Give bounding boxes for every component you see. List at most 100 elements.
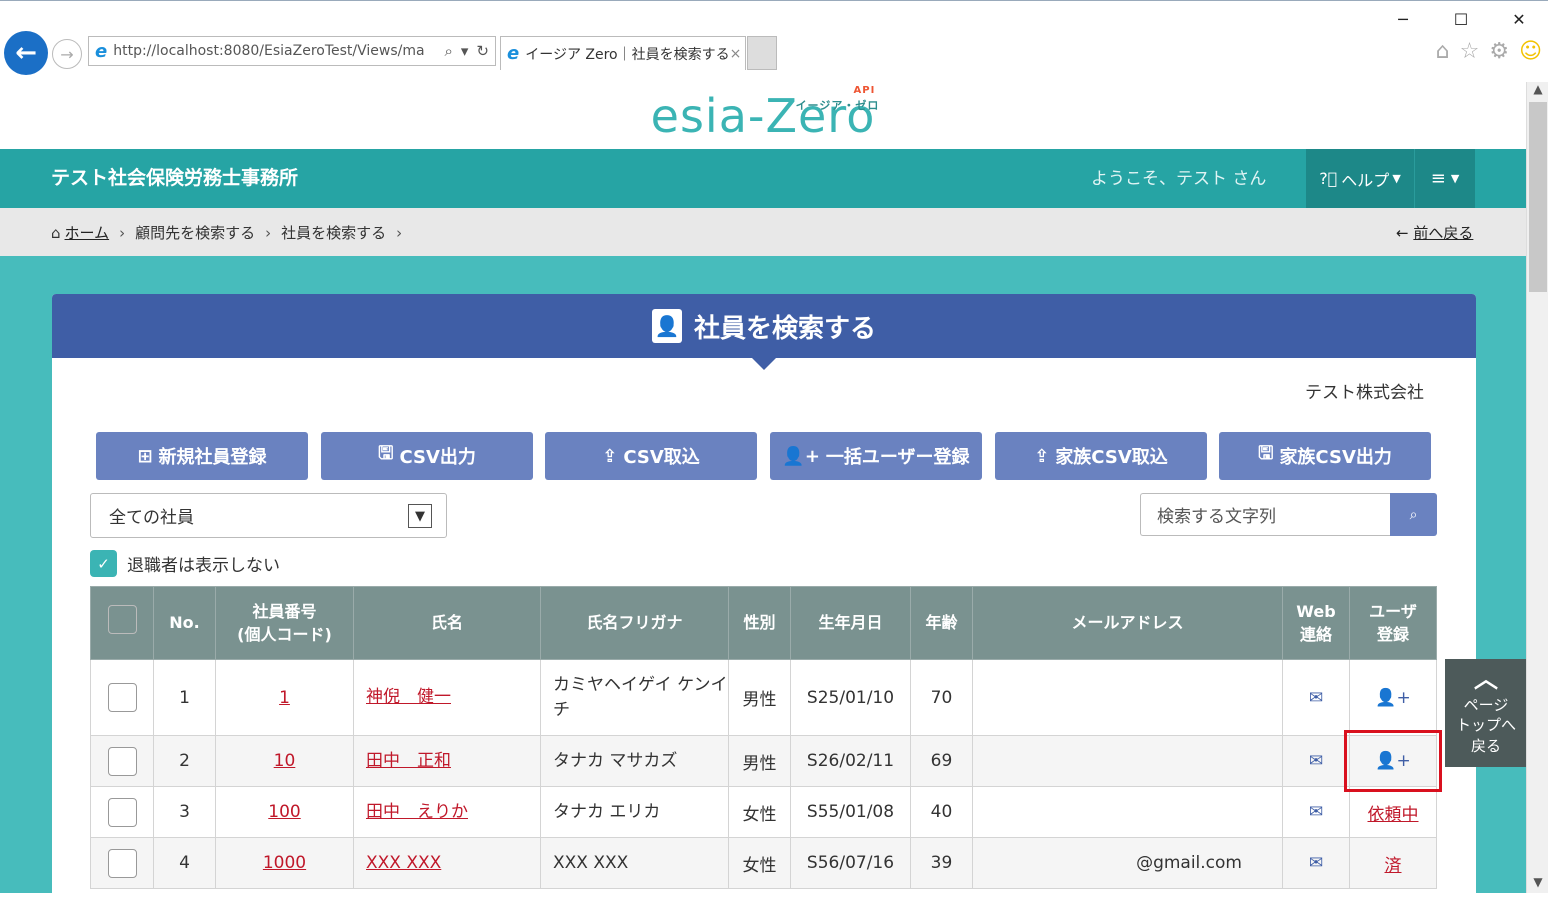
birthdate-cell: S25/01/10 <box>790 659 911 736</box>
favorites-star-icon[interactable]: ☆ <box>1460 39 1480 64</box>
employee-name-link[interactable]: 田中 えりか <box>366 802 468 822</box>
employee-number-header[interactable]: 社員番号 (個人コード) <box>215 586 354 660</box>
esia-zero-logo[interactable]: esia-Zero API イージア・ゼロ <box>651 85 879 143</box>
user-register-header: ユーザ 登録 <box>1349 586 1437 660</box>
employee-number-link[interactable]: 10 <box>274 751 296 771</box>
csv-export-button[interactable]: 🖫 CSV出力 <box>321 432 533 480</box>
employee-name-link[interactable]: 神倪 健一 <box>366 687 451 707</box>
row-checkbox[interactable] <box>107 797 137 827</box>
envelope-icon[interactable]: ✉ <box>1309 853 1323 873</box>
new-tab-button[interactable] <box>747 36 777 70</box>
logo-subtitle: イージア・ゼロ <box>795 98 880 112</box>
employee-number-link[interactable]: 1000 <box>263 853 306 873</box>
upload-icon: ⇪ <box>602 445 618 467</box>
employee-filter-select[interactable]: 全ての社員 ▼ <box>90 493 447 538</box>
age-header[interactable]: 年齢 <box>910 586 973 660</box>
scroll-thumb[interactable] <box>1529 102 1547 292</box>
user-plus-icon[interactable]: 👤+ <box>1375 688 1410 708</box>
envelope-icon[interactable]: ✉ <box>1309 688 1323 708</box>
office-name[interactable]: テスト社会保険労務士事務所 <box>51 163 298 190</box>
age-cell: 70 <box>910 659 973 736</box>
table-row: 1 1 神倪 健一 カミヤヘイゲイ ケンイチ 男性 S25/01/10 70 ✉… <box>90 659 1437 736</box>
breadcrumb: ⌂ ホーム › 顧問先を検索する › 社員を検索する › <box>51 222 402 243</box>
address-bar[interactable]: e http://localhost:8080/EsiaZeroTest/Vie… <box>88 36 496 66</box>
checkmark-icon[interactable]: ✓ <box>90 550 117 577</box>
row-no: 3 <box>153 786 216 838</box>
breadcrumb-item[interactable]: 顧問先を検索する <box>135 222 255 243</box>
bulk-user-register-button[interactable]: 👤+ 一括ユーザー登録 <box>770 432 982 480</box>
breadcrumb-bar: ⌂ ホーム › 顧問先を検索する › 社員を検索する › ← 前へ戻る <box>0 208 1526 256</box>
ie-icon: e <box>95 40 108 62</box>
gender-header[interactable]: 性別 <box>728 586 791 660</box>
family-csv-export-button[interactable]: 🖫 家族CSV出力 <box>1219 432 1431 480</box>
caret-down-icon: ▼ <box>1392 172 1401 185</box>
hide-retired-checkbox[interactable]: ✓ 退職者は表示しない <box>90 550 280 577</box>
new-employee-button[interactable]: ⊞ 新規社員登録 <box>96 432 308 480</box>
logo-area: esia-Zero API イージア・ゼロ <box>0 82 1526 149</box>
employee-number-link[interactable]: 100 <box>268 802 300 822</box>
envelope-icon[interactable]: ✉ <box>1309 751 1323 771</box>
kana-header[interactable]: 氏名フリガナ <box>540 586 729 660</box>
employee-name-link[interactable]: 田中 正和 <box>366 751 451 771</box>
refresh-icon[interactable]: ↻ <box>476 42 489 60</box>
browser-tab[interactable]: e イージア Zero｜社員を検索する × <box>500 36 746 70</box>
gender-cell: 女性 <box>728 837 791 889</box>
hide-retired-label: 退職者は表示しない <box>127 556 280 576</box>
name-header[interactable]: 氏名 <box>353 586 541 660</box>
page-top-button[interactable]: ︿ ページ トップへ 戻る <box>1445 659 1527 767</box>
user-status-link[interactable]: 済 <box>1385 856 1402 876</box>
tab-close-icon[interactable]: × <box>730 46 742 62</box>
minimize-button[interactable]: ─ <box>1374 5 1432 33</box>
chevron-down-icon[interactable]: ▼ <box>408 504 432 528</box>
csv-import-button[interactable]: ⇪ CSV取込 <box>545 432 757 480</box>
help-menu-button[interactable]: ?⃝ ヘルプ ▼ <box>1306 149 1414 208</box>
email-header[interactable]: メールアドレス <box>972 586 1283 660</box>
smiley-feedback-icon[interactable]: ☺ <box>1519 39 1542 64</box>
back-link[interactable]: ← 前へ戻る <box>1396 222 1473 243</box>
breadcrumb-home-link[interactable]: ホーム <box>65 222 110 243</box>
row-checkbox[interactable] <box>107 683 137 712</box>
header-line: 連絡 <box>1299 625 1332 644</box>
back-arrow-icon[interactable]: ← <box>4 31 48 75</box>
user-plus-icon: 👤+ <box>782 445 820 467</box>
scroll-up-icon[interactable]: ▲ <box>1527 82 1548 100</box>
hamburger-menu-button[interactable]: ≡ ▼ <box>1414 149 1475 208</box>
employee-name-link[interactable]: XXX XXX <box>366 853 441 873</box>
row-checkbox[interactable] <box>107 746 137 776</box>
button-label: CSV出力 <box>399 447 476 468</box>
name-cell: XXX XXX <box>353 837 541 889</box>
search-placeholder: 検索する文字列 <box>1157 507 1276 527</box>
caret-down-icon: ▼ <box>1450 172 1460 185</box>
row-checkbox-cell <box>90 735 154 787</box>
forward-arrow-icon[interactable]: → <box>52 39 82 69</box>
employee-number-link[interactable]: 1 <box>279 688 290 708</box>
browser-chrome: ─ ☐ ✕ ← → e http://localhost:8080/EsiaZe… <box>0 0 1548 82</box>
breadcrumb-separator: › <box>396 223 403 242</box>
email-cell <box>972 786 1283 838</box>
home-icon: ⌂ <box>51 223 61 242</box>
envelope-icon[interactable]: ✉ <box>1309 802 1323 822</box>
chevron-up-icon: ︿ <box>1474 665 1498 693</box>
row-no: 1 <box>153 659 216 736</box>
user-status-link[interactable]: 依頼中 <box>1368 805 1419 825</box>
header-pointer <box>752 358 776 370</box>
search-icon[interactable]: ⌕ <box>444 42 452 60</box>
row-checkbox[interactable] <box>107 848 137 878</box>
search-button[interactable]: ⌕ <box>1390 493 1437 536</box>
search-input[interactable]: 検索する文字列 <box>1140 493 1391 536</box>
row-checkbox-cell <box>90 786 154 838</box>
select-all-checkbox[interactable] <box>107 605 137 635</box>
close-window-button[interactable]: ✕ <box>1490 5 1548 33</box>
no-header[interactable]: No. <box>153 586 216 660</box>
settings-gear-icon[interactable]: ⚙ <box>1489 39 1509 64</box>
age-cell: 40 <box>910 786 973 838</box>
maximize-button[interactable]: ☐ <box>1432 5 1490 33</box>
family-csv-import-button[interactable]: ⇪ 家族CSV取込 <box>995 432 1207 480</box>
home-icon[interactable]: ⌂ <box>1436 39 1450 64</box>
filter-selected-value: 全ての社員 <box>109 508 194 528</box>
dropdown-icon[interactable]: ▾ <box>461 42 469 60</box>
birthdate-header[interactable]: 生年月日 <box>790 586 911 660</box>
vertical-scrollbar[interactable]: ▲ ▼ <box>1526 82 1548 893</box>
scroll-down-icon[interactable]: ▼ <box>1527 875 1548 893</box>
url-text[interactable]: http://localhost:8080/EsiaZeroTest/Views… <box>113 43 438 59</box>
